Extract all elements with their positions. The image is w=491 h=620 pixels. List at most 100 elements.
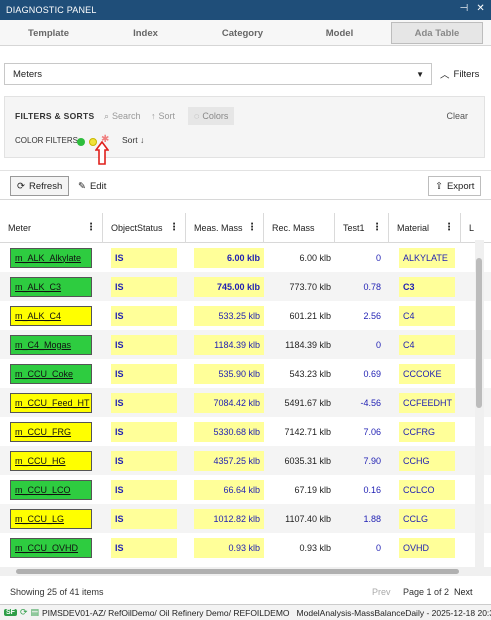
test1-value[interactable]: 0 [341,533,391,562]
meas-mass-cell[interactable]: 7084.42 klb [186,388,264,417]
meter-link[interactable]: m_C4_Mogas [10,334,92,355]
table-row[interactable]: m_CCU_LG IS 1012.82 klb 1107.40 klb 1.88 CCLG [0,504,491,533]
meter-link[interactable]: m_CCU_FRG [10,421,92,442]
meter-link[interactable]: m_ALK_Alkylate [10,247,92,268]
refresh-icon[interactable]: ⟳ [20,607,28,618]
meter-cell[interactable]: m_CCU_HG [0,446,103,475]
rec-mass-value[interactable]: 1184.39 klb [264,330,341,359]
status-cell[interactable]: IS [103,301,186,330]
export-button[interactable]: ⇪ Export [428,176,482,196]
rec-mass-value[interactable]: 67.19 klb [264,475,341,504]
tab-index[interactable]: Index [97,20,194,46]
material-cell[interactable]: C4 [391,301,463,330]
meter-link[interactable]: m_CCU_HG [10,450,92,471]
vertical-scrollbar[interactable] [475,240,484,568]
test1-value[interactable]: 0.69 [341,359,391,388]
table-row[interactable]: m_CCU_OVHD IS 0.93 klb 0.93 klb 0 OVHD [0,533,491,562]
next-page-button[interactable]: Next [454,587,473,597]
status-cell[interactable]: IS [103,330,186,359]
rec-mass-value[interactable]: 0.93 klb [264,533,341,562]
test1-value[interactable]: 2.56 [341,301,391,330]
sort-indicator[interactable]: Sort ↓ [122,135,144,145]
close-icon[interactable]: ✕ [476,3,485,14]
colors-button[interactable]: ◌ Colors [188,107,235,125]
column-header-l[interactable]: L [461,213,491,243]
column-header-material[interactable]: Material ⋮ [389,213,461,243]
column-header-objectstatus[interactable]: ObjectStatus ⋮ [103,213,186,243]
status-cell[interactable]: IS [103,243,186,272]
meter-cell[interactable]: m_CCU_FRG [0,417,103,446]
test1-value[interactable]: 7.06 [341,417,391,446]
meas-mass-cell[interactable]: 1184.39 klb [186,330,264,359]
meters-select[interactable]: Meters ▼ [4,63,432,85]
meter-cell[interactable]: m_ALK_C3 [0,272,103,301]
status-cell[interactable]: IS [103,475,186,504]
meter-cell[interactable]: m_CCU_Coke [0,359,103,388]
rec-mass-value[interactable]: 1107.40 klb [264,504,341,533]
material-cell[interactable]: CCFRG [391,417,463,446]
meter-link[interactable]: m_CCU_Coke [10,363,92,384]
status-cell[interactable]: IS [103,504,186,533]
test1-value[interactable]: 0 [341,243,391,272]
test1-value[interactable]: 0.16 [341,475,391,504]
test1-value[interactable]: 7.90 [341,446,391,475]
table-row[interactable]: m_ALK_C4 IS 533.25 klb 601.21 klb 2.56 C4 [0,301,491,330]
status-cell[interactable]: IS [103,388,186,417]
table-row[interactable]: m_ALK_C3 IS 745.00 klb 773.70 klb 0.78 C3 [0,272,491,301]
material-cell[interactable]: OVHD [391,533,463,562]
meas-mass-cell[interactable]: 1012.82 klb [186,504,264,533]
prev-page-button[interactable]: Prev [372,587,391,597]
column-menu-icon[interactable]: ⋮ [372,222,382,233]
meter-link[interactable]: m_ALK_C4 [10,305,92,326]
material-cell[interactable]: CCLCO [391,475,463,504]
material-cell[interactable]: CCFEEDHT [391,388,463,417]
meter-cell[interactable]: m_CCU_OVHD [0,533,103,562]
column-menu-icon[interactable]: ⋮ [247,222,257,233]
vertical-scrollbar-thumb[interactable] [476,258,482,408]
rec-mass-value[interactable]: 5491.67 klb [264,388,341,417]
table-row[interactable]: m_C4_Mogas IS 1184.39 klb 1184.39 klb 0 C4 [0,330,491,359]
meter-cell[interactable]: m_ALK_Alkylate [0,243,103,272]
horizontal-scrollbar-thumb[interactable] [16,569,459,574]
meter-link[interactable]: m_CCU_OVHD [10,537,92,558]
green-color-filter[interactable] [77,138,85,146]
rec-mass-value[interactable]: 6035.31 klb [264,446,341,475]
table-row[interactable]: m_CCU_FRG IS 5330.68 klb 7142.71 klb 7.06 CCF… [0,417,491,446]
test1-value[interactable]: 0 [341,330,391,359]
rec-mass-value[interactable]: 601.21 klb [264,301,341,330]
pin-icon[interactable]: ⊣ [459,3,468,14]
status-cell[interactable]: IS [103,359,186,388]
material-cell[interactable]: ALKYLATE [391,243,463,272]
table-row[interactable]: m_CCU_Feed_HT IS 7084.42 klb 5491.67 klb -4.… [0,388,491,417]
column-menu-icon[interactable]: ⋮ [444,222,454,233]
meter-cell[interactable]: m_C4_Mogas [0,330,103,359]
meas-mass-cell[interactable]: 6.00 klb [186,243,264,272]
meas-mass-cell[interactable]: 5330.68 klb [186,417,264,446]
table-row[interactable]: m_CCU_LCO IS 66.64 klb 67.19 klb 0.16 CCLCO [0,475,491,504]
meas-mass-cell[interactable]: 4357.25 klb [186,446,264,475]
column-header-test1[interactable]: Test1 ⋮ [335,213,389,243]
tab-model[interactable]: Model [291,20,388,46]
meter-cell[interactable]: m_CCU_LG [0,504,103,533]
column-header-meas-mass[interactable]: Meas. Mass ⋮ [186,213,264,243]
material-cell[interactable]: CCLG [391,504,463,533]
table-row[interactable]: m_CCU_Coke IS 535.90 klb 543.23 klb 0.69 CCCO… [0,359,491,388]
meas-mass-cell[interactable]: 0.93 klb [186,533,264,562]
tab-category[interactable]: Category [194,20,291,46]
meas-mass-cell[interactable]: 745.00 klb [186,272,264,301]
search-button[interactable]: ⌕ Search [104,107,141,125]
meter-cell[interactable]: m_ALK_C4 [0,301,103,330]
material-cell[interactable]: CCCOKE [391,359,463,388]
rec-mass-value[interactable]: 7142.71 klb [264,417,341,446]
edit-button[interactable]: ✎ Edit [72,176,112,196]
column-header-rec-mass[interactable]: Rec. Mass [264,213,335,243]
meter-link[interactable]: m_CCU_Feed_HT [10,392,92,413]
table-row[interactable]: m_ALK_Alkylate IS 6.00 klb 6.00 klb 0 ALKYLAT… [0,243,491,272]
test1-value[interactable]: 1.88 [341,504,391,533]
meas-mass-cell[interactable]: 533.25 klb [186,301,264,330]
meas-mass-cell[interactable]: 535.90 klb [186,359,264,388]
status-cell[interactable]: IS [103,272,186,301]
horizontal-scrollbar[interactable] [0,567,491,576]
rec-mass-value[interactable]: 543.23 klb [264,359,341,388]
material-cell[interactable]: C4 [391,330,463,359]
